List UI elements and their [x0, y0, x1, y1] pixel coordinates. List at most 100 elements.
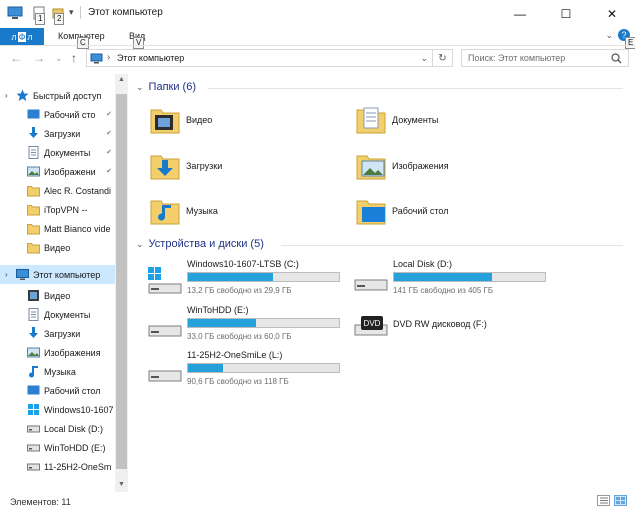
navigation-pane: › Быстрый доступ Рабочий сто ✔ Загрузки …: [0, 74, 128, 492]
nav-item-drive-d[interactable]: Local Disk (D:): [0, 419, 115, 438]
pictures-icon: [27, 166, 40, 177]
download-icon: [29, 127, 38, 138]
scroll-up-icon[interactable]: ▲: [118, 76, 125, 83]
nav-label: Быстрый доступ: [33, 90, 102, 101]
nav-label: Видео: [44, 242, 71, 253]
drive-free-space: 90,6 ГБ свободно из 118 ГБ: [187, 377, 289, 386]
search-input[interactable]: Поиск: Этот компьютер: [461, 49, 629, 67]
breadcrumb-this-pc[interactable]: Этот компьютер: [117, 53, 184, 63]
maximize-button[interactable]: ☐: [543, 0, 589, 27]
drive-c[interactable]: Windows10-1607-LTSB (C:) 13,2 ГБ свободн…: [147, 259, 347, 299]
refresh-button[interactable]: ↻: [433, 49, 453, 67]
drive-free-space: 33,0 ГБ свободно из 60,0 ГБ: [187, 332, 292, 341]
folder-label: Документы: [392, 115, 439, 125]
qat-dropdown-icon[interactable]: ▾: [69, 7, 74, 18]
computer-icon: [90, 53, 103, 64]
drive-free-space: 13,2 ГБ свободно из 29,9 ГБ: [187, 286, 292, 295]
nav-label: Рабочий стол: [44, 385, 101, 396]
nav-item-drive-l[interactable]: 11-25H2-OneSm: [0, 457, 115, 476]
nav-item-video[interactable]: Видео: [0, 286, 115, 305]
downloads-folder-icon: [150, 155, 180, 180]
nav-item-desktop-pinned[interactable]: Рабочий сто ✔: [0, 105, 115, 124]
minimize-button[interactable]: —: [497, 0, 543, 27]
drive-label: Local Disk (D:): [393, 259, 453, 269]
forward-button[interactable]: →: [33, 51, 45, 65]
nav-item-downloads[interactable]: Загрузки: [0, 324, 115, 343]
nav-label: Музыка: [44, 366, 76, 377]
scroll-down-icon[interactable]: ▼: [118, 481, 125, 488]
desktop-icon: [27, 385, 40, 395]
nav-item-pictures-pinned[interactable]: Изображени ✔: [0, 162, 115, 181]
group-header-folders[interactable]: ⌄ Папки (6): [136, 81, 196, 93]
back-button[interactable]: ←: [10, 51, 22, 65]
scrollbar-thumb[interactable]: [116, 94, 127, 469]
drive-usage-fill: [188, 364, 223, 372]
nav-item-quick-access[interactable]: › Быстрый доступ: [0, 86, 115, 105]
nav-label: Документы: [44, 309, 91, 320]
group-header-drives[interactable]: ⌄ Устройства и диски (5): [136, 238, 264, 250]
nav-label: Загрузки: [44, 328, 81, 339]
address-bar[interactable]: › Этот компьютер ⌄: [86, 49, 433, 67]
tab-file[interactable]: лФл: [0, 28, 44, 45]
pin-icon: ✔: [106, 130, 112, 137]
status-item-count: Элементов: 11: [10, 497, 71, 507]
nav-item-pictures[interactable]: Изображения: [0, 343, 115, 362]
tiles-view-icon[interactable]: [614, 495, 627, 506]
collapse-chevron-icon[interactable]: ›: [5, 91, 8, 100]
keytip-view: V: [133, 37, 145, 49]
breadcrumb-separator[interactable]: ›: [107, 52, 110, 63]
nav-item-this-pc[interactable]: › Этот компьютер: [0, 265, 115, 284]
drive-label: WinToHDD (E:): [187, 305, 249, 315]
folder-video[interactable]: Видео: [150, 105, 212, 135]
drive-icon: [27, 444, 40, 452]
nav-label: Этот компьютер: [33, 269, 101, 280]
nav-item-drive-c[interactable]: Windows10-1607: [0, 400, 115, 419]
pin-icon: ✔: [106, 168, 112, 175]
documents-icon: [28, 146, 39, 159]
folder-desktop[interactable]: Рабочий стол: [356, 196, 449, 226]
drive-f-dvd[interactable]: DVD DVD RW дисковод (F:): [353, 305, 553, 345]
group-divider: [281, 245, 623, 246]
dvd-drive-icon: DVD: [354, 316, 388, 336]
nav-item-folder-alec[interactable]: Alec R. Costandi: [0, 181, 115, 200]
nav-label: Рабочий сто: [44, 109, 96, 120]
folder-pictures[interactable]: Изображения: [356, 151, 449, 181]
drive-l[interactable]: 11-25H2-OneSmiLe (L:) 90,6 ГБ свободно и…: [147, 350, 347, 390]
group-divider: [208, 88, 623, 89]
nav-item-documents[interactable]: Документы: [0, 305, 115, 324]
nav-item-music[interactable]: Музыка: [0, 362, 115, 381]
group-collapse-icon[interactable]: ⌄: [136, 82, 144, 93]
folder-downloads[interactable]: Загрузки: [150, 151, 222, 181]
video-folder-icon: [150, 109, 180, 134]
nav-item-documents-pinned[interactable]: Документы ✔: [0, 143, 115, 162]
up-button[interactable]: ↑: [71, 51, 77, 65]
folder-documents[interactable]: Документы: [356, 105, 438, 135]
group-collapse-icon[interactable]: ⌄: [136, 239, 144, 250]
drive-usage-bar: [187, 272, 340, 282]
collapse-chevron-icon[interactable]: ›: [5, 270, 8, 279]
nav-item-drive-e[interactable]: WinToHDD (E:): [0, 438, 115, 457]
folder-icon: [27, 243, 40, 254]
nav-scrollbar[interactable]: ▲ ▼: [115, 74, 128, 492]
close-button[interactable]: ✕: [589, 0, 635, 27]
separator: [80, 6, 81, 19]
folder-music[interactable]: Музыка: [150, 196, 218, 226]
drive-e[interactable]: WinToHDD (E:) 33,0 ГБ свободно из 60,0 Г…: [147, 305, 347, 345]
drive-free-space: 141 ГБ свободно из 405 ГБ: [393, 286, 494, 295]
details-view-icon[interactable]: [597, 495, 610, 506]
recent-locations-icon[interactable]: ⌄: [55, 53, 63, 64]
drive-usage-fill: [394, 273, 493, 281]
download-icon: [29, 327, 38, 338]
nav-label: Загрузки: [44, 128, 81, 139]
nav-item-folder-itopvpn[interactable]: iTopVPN --: [0, 200, 115, 219]
nav-item-downloads-pinned[interactable]: Загрузки ✔: [0, 124, 115, 143]
address-dropdown-icon[interactable]: ⌄: [420, 53, 428, 64]
nav-item-folder-video[interactable]: Видео: [0, 238, 115, 257]
nav-label: 11-25H2-OneSm: [44, 461, 112, 472]
nav-item-folder-matt-bianco[interactable]: Matt Bianco vide: [0, 219, 115, 238]
drive-d[interactable]: Local Disk (D:) 141 ГБ свободно из 405 Г…: [353, 259, 553, 299]
ribbon-expand-icon[interactable]: ⌄: [605, 30, 613, 41]
nav-item-desktop[interactable]: Рабочий стол: [0, 381, 115, 400]
drive-icon: [148, 370, 182, 382]
computer-icon[interactable]: [7, 6, 23, 20]
